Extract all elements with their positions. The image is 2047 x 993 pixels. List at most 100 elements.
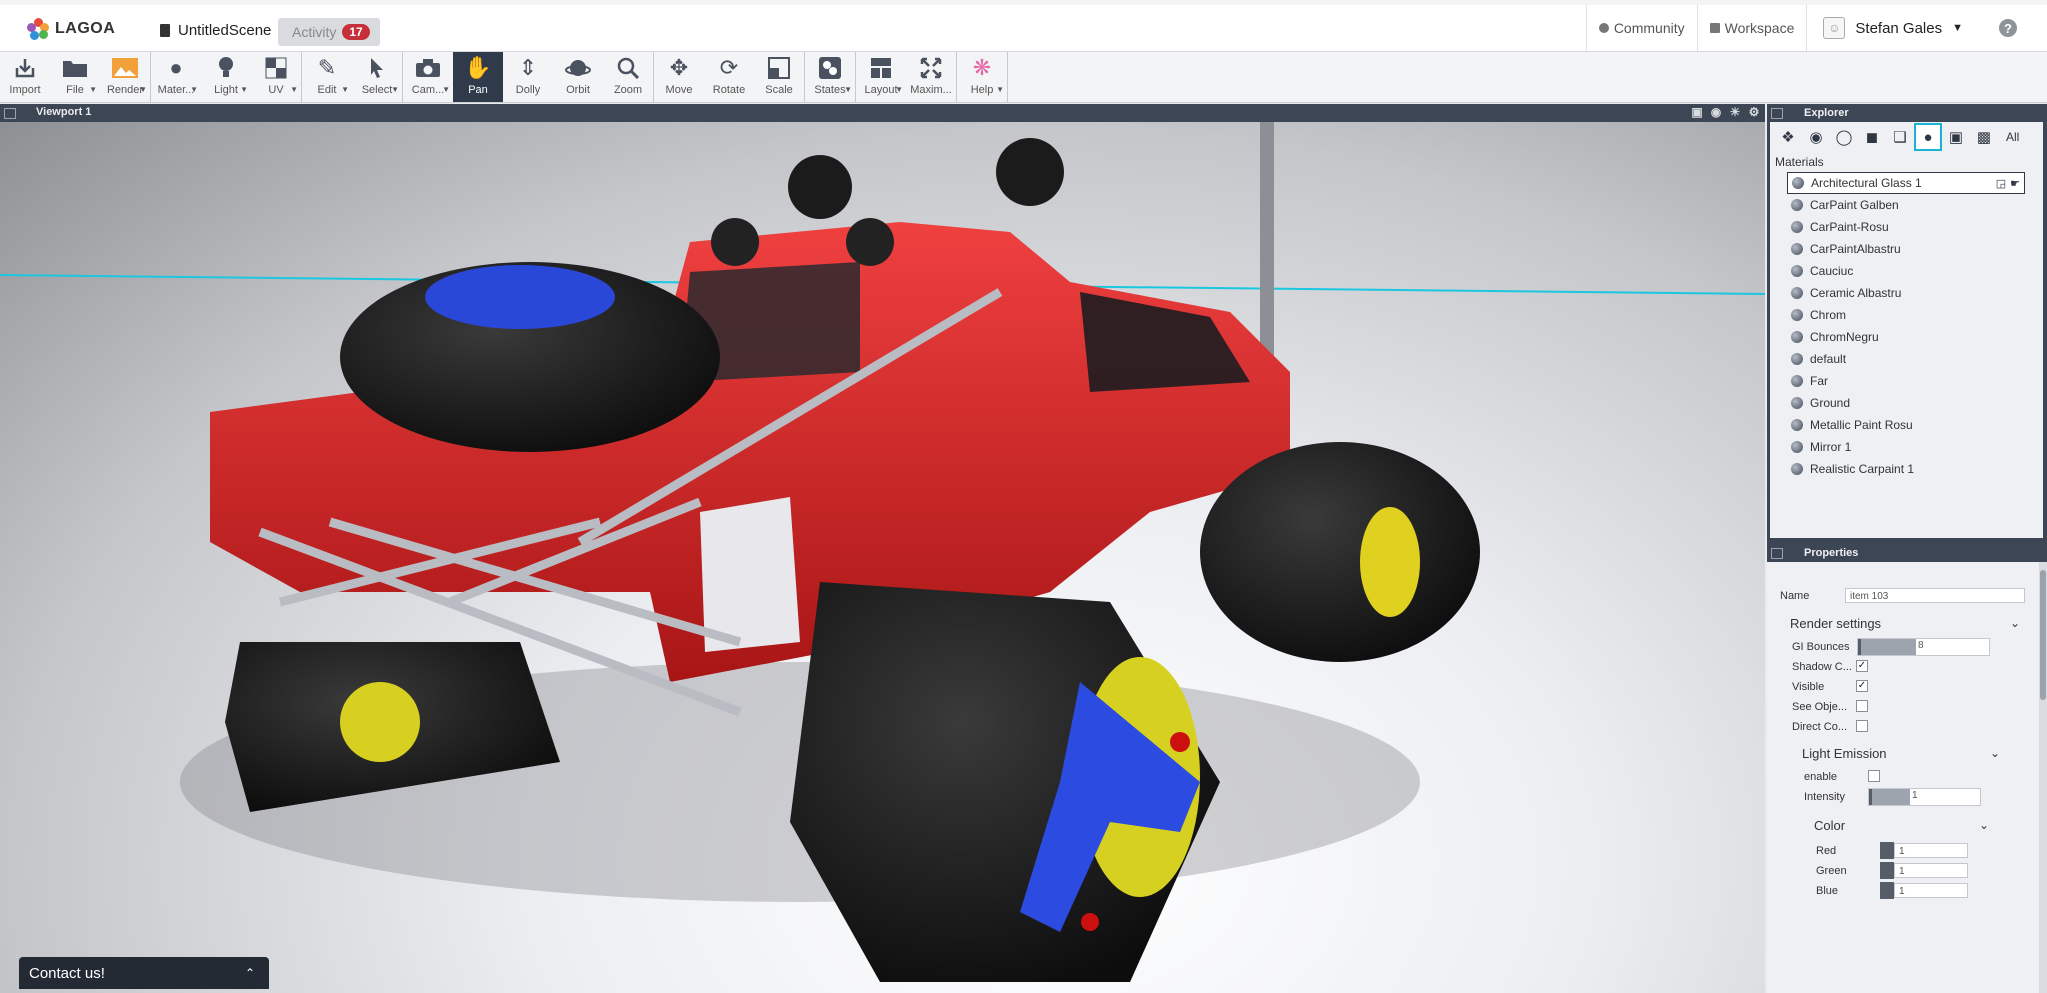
viewport-canvas[interactable] [0, 122, 1765, 993]
list-item[interactable]: Ground [1787, 392, 2025, 414]
list-item[interactable]: Far [1787, 370, 2025, 392]
roof-light [846, 218, 894, 266]
viewport-header: Viewport 1 ▣ ◉ ☀ ⚙ [0, 104, 1765, 122]
list-item[interactable]: Mirror 1 [1787, 436, 2025, 458]
chevron-down-icon[interactable]: ⌄ [2010, 616, 2020, 630]
tool-material[interactable]: ● Mater... ▼ [151, 52, 201, 102]
tool-uv[interactable]: UV ▼ [251, 52, 301, 102]
scene-filter-icon[interactable]: ❖ [1776, 125, 1800, 149]
enable-checkbox[interactable] [1868, 770, 1880, 782]
list-item[interactable]: Realistic Carpaint 1 [1787, 458, 2025, 480]
tool-light[interactable]: Light ▼ [201, 52, 251, 102]
activity-count-badge: 17 [342, 24, 370, 40]
tool-select[interactable]: Select ▼ [352, 52, 402, 102]
gi-bounces-label: GI Bounces [1792, 641, 1850, 653]
help-icon: ❋ [972, 55, 992, 80]
cube-icon[interactable]: ◲ [1996, 177, 2006, 190]
all-filter[interactable]: All [2006, 125, 2019, 149]
color-heading: Color [1814, 818, 1846, 833]
red-field[interactable]: 1 [1894, 843, 1968, 858]
direct-checkbox[interactable] [1856, 720, 1868, 732]
properties-scrollbar[interactable] [2039, 562, 2047, 993]
texture-filter-icon[interactable]: ▣ [1944, 125, 1968, 149]
activity-button[interactable]: Activity 17 [278, 18, 380, 46]
shadow-checkbox[interactable]: ✓ [1856, 660, 1868, 672]
list-item[interactable]: ChromNegru [1787, 326, 2025, 348]
help-question-icon[interactable]: ? [1999, 19, 2017, 37]
chevron-down-icon[interactable]: ⌄ [1979, 818, 1989, 832]
panel-grip-icon[interactable] [1771, 108, 1783, 119]
tool-orbit[interactable]: Orbit [553, 52, 603, 102]
list-item[interactable]: CarPaintAlbastru [1787, 238, 2025, 260]
tool-layout[interactable]: Layout ▼ [856, 52, 906, 102]
light-filter-icon[interactable]: ◯ [1832, 125, 1856, 149]
list-item[interactable]: CarPaint Galben [1787, 194, 2025, 216]
tool-camera[interactable]: Cam... ▼ [403, 52, 453, 102]
chevron-down-icon[interactable]: ⌄ [1990, 746, 2000, 760]
tool-scale[interactable]: Scale [754, 52, 804, 102]
list-item[interactable]: CarPaint-Rosu [1787, 216, 2025, 238]
globe-icon [1598, 23, 1609, 33]
dolly-icon: ⇕ [518, 55, 538, 80]
material-sphere-icon [1791, 221, 1803, 233]
uv-filter-icon[interactable]: ▩ [1972, 125, 1996, 149]
list-item[interactable]: Chrom [1787, 304, 2025, 326]
material-filter-icon[interactable]: ● [1914, 123, 1942, 151]
intensity-slider[interactable]: 1 [1868, 788, 1981, 806]
gi-bounces-slider[interactable]: 8 [1857, 638, 1990, 656]
gear-icon[interactable]: ⚙ [1747, 105, 1761, 119]
tool-import[interactable]: Import [0, 52, 50, 102]
eye-icon[interactable]: ◉ [1709, 105, 1723, 119]
see-objects-checkbox[interactable] [1856, 700, 1868, 712]
list-item[interactable]: Cauciuc [1787, 260, 2025, 282]
list-item[interactable]: Architectural Glass 1 ◲ ☛ [1787, 172, 2025, 194]
see-objects-label: See Obje... [1792, 701, 1848, 713]
tool-label: Layout [864, 84, 898, 96]
panel-grip-icon[interactable] [1771, 548, 1783, 559]
sun-icon[interactable]: ☀ [1728, 105, 1742, 119]
tool-edit[interactable]: ✎ Edit ▼ [302, 52, 352, 102]
tool-dolly[interactable]: ⇕ Dolly [503, 52, 553, 102]
tool-move[interactable]: ✥ Move [654, 52, 704, 102]
zoom-icon [613, 56, 643, 80]
tool-label: Render [106, 84, 144, 96]
contact-us-widget[interactable]: Contact us! ⌃ [19, 957, 269, 989]
tool-states[interactable]: States ▼ [805, 52, 855, 102]
bucket-icon[interactable]: ☛ [2010, 177, 2020, 190]
taillight [700, 497, 800, 652]
tool-render[interactable]: Render ▼ [100, 52, 150, 102]
image-icon[interactable]: ▣ [1690, 105, 1704, 119]
tool-help[interactable]: ❋ Help ▼ [957, 52, 1007, 102]
logo[interactable]: LAGOA [27, 16, 115, 42]
tool-maximize[interactable]: Maxim... [906, 52, 956, 102]
tool-pan[interactable]: ✋ Pan [453, 52, 503, 102]
list-item[interactable]: Ceramic Albastru [1787, 282, 2025, 304]
tool-label: Import [9, 84, 41, 96]
blue-field[interactable]: 1 [1894, 883, 1968, 898]
camera-filter-icon[interactable]: ◉ [1804, 125, 1828, 149]
green-field[interactable]: 1 [1894, 863, 1968, 878]
visible-checkbox[interactable]: ✓ [1856, 680, 1868, 692]
toolbar-group-help: ❋ Help ▼ [957, 52, 1008, 102]
top-links: Community Workspace ☺ Stefan Gales ▼ ? [1585, 5, 2047, 51]
green-label: Green [1816, 865, 1847, 877]
workspace-link[interactable]: Workspace [1696, 5, 1807, 51]
mesh-filter-icon[interactable]: ◼ [1860, 125, 1884, 149]
scene-title[interactable]: UntitledScene [160, 22, 271, 39]
material-sphere-icon [1791, 463, 1803, 475]
scrollbar-thumb[interactable] [2040, 570, 2046, 700]
light-emission-heading: Light Emission [1802, 746, 1887, 761]
list-item[interactable]: default [1787, 348, 2025, 370]
community-link[interactable]: Community [1585, 5, 1697, 51]
bolt [1170, 732, 1190, 752]
front-right-tire [1200, 442, 1480, 662]
user-menu[interactable]: ☺ Stefan Gales ▼ [1806, 5, 1979, 51]
tool-rotate[interactable]: ⟳ Rotate [704, 52, 754, 102]
tool-file[interactable]: File ▼ [50, 52, 100, 102]
list-item[interactable]: Metallic Paint Rosu [1787, 414, 2025, 436]
group-filter-icon[interactable]: ❏ [1888, 125, 1912, 149]
gi-bounces-value: 8 [1918, 640, 1924, 651]
name-field[interactable]: item 103 [1845, 588, 2025, 603]
panel-grip-icon[interactable] [4, 108, 16, 119]
tool-zoom[interactable]: Zoom [603, 52, 653, 102]
